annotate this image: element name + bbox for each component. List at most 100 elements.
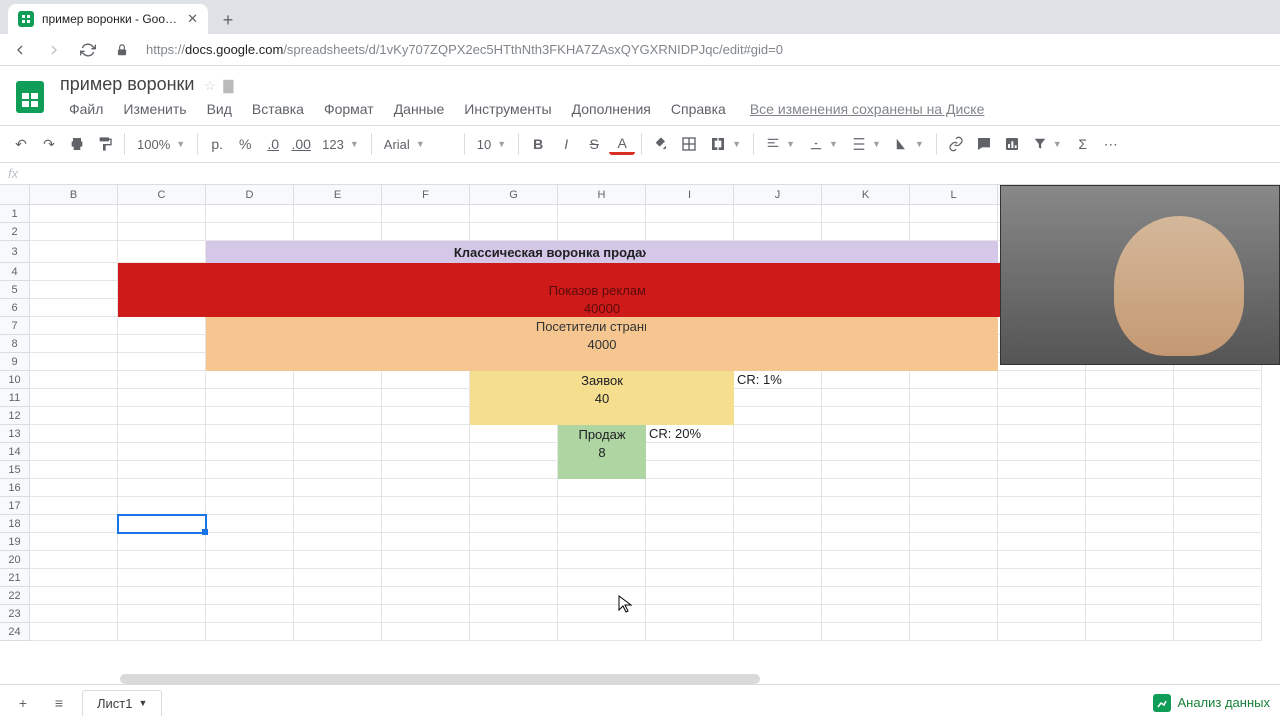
- col-header-G[interactable]: G: [470, 185, 558, 205]
- cell-E13[interactable]: [294, 425, 382, 443]
- cell-I6[interactable]: [646, 299, 734, 317]
- row-header-5[interactable]: 5: [0, 281, 30, 299]
- cell-F13[interactable]: [382, 425, 470, 443]
- explore-icon[interactable]: [1153, 694, 1171, 712]
- cell-N14[interactable]: [1086, 443, 1174, 461]
- cell-L18[interactable]: [910, 515, 998, 533]
- borders-icon[interactable]: [676, 131, 702, 157]
- cell-C2[interactable]: [118, 223, 206, 241]
- cell-H10[interactable]: Заявок: [558, 371, 646, 389]
- cell-E19[interactable]: [294, 533, 382, 551]
- paint-format-icon[interactable]: [92, 131, 118, 157]
- cell-E21[interactable]: [294, 569, 382, 587]
- cell-K3[interactable]: [822, 241, 910, 263]
- cell-N19[interactable]: [1086, 533, 1174, 551]
- cell-N18[interactable]: [1086, 515, 1174, 533]
- cell-I13[interactable]: CR: 20%: [646, 425, 734, 443]
- row-header-12[interactable]: 12: [0, 407, 30, 425]
- col-header-I[interactable]: I: [646, 185, 734, 205]
- cell-H19[interactable]: [558, 533, 646, 551]
- cell-O16[interactable]: [1174, 479, 1262, 497]
- cell-N24[interactable]: [1086, 623, 1174, 641]
- cell-K18[interactable]: [822, 515, 910, 533]
- forward-icon[interactable]: [44, 40, 64, 60]
- cell-H1[interactable]: [558, 205, 646, 223]
- cell-I16[interactable]: [646, 479, 734, 497]
- cell-K11[interactable]: [822, 389, 910, 407]
- menu-file[interactable]: Файл: [60, 99, 112, 119]
- cell-J6[interactable]: [734, 299, 822, 317]
- cell-F18[interactable]: [382, 515, 470, 533]
- cell-M18[interactable]: [998, 515, 1086, 533]
- cell-C12[interactable]: [118, 407, 206, 425]
- cell-C24[interactable]: [118, 623, 206, 641]
- cell-F14[interactable]: [382, 443, 470, 461]
- cell-K19[interactable]: [822, 533, 910, 551]
- cell-C20[interactable]: [118, 551, 206, 569]
- cell-N22[interactable]: [1086, 587, 1174, 605]
- row-header-21[interactable]: 21: [0, 569, 30, 587]
- cell-I10[interactable]: [646, 371, 734, 389]
- back-icon[interactable]: [10, 40, 30, 60]
- cell-I3[interactable]: [646, 241, 734, 263]
- cell-G15[interactable]: [470, 461, 558, 479]
- cell-I21[interactable]: [646, 569, 734, 587]
- cell-L14[interactable]: [910, 443, 998, 461]
- cell-F7[interactable]: [382, 317, 470, 335]
- cell-B14[interactable]: [30, 443, 118, 461]
- cell-O15[interactable]: [1174, 461, 1262, 479]
- cell-I15[interactable]: [646, 461, 734, 479]
- cell-D16[interactable]: [206, 479, 294, 497]
- cell-F2[interactable]: [382, 223, 470, 241]
- cell-D1[interactable]: [206, 205, 294, 223]
- row-header-18[interactable]: 18: [0, 515, 30, 533]
- cell-O19[interactable]: [1174, 533, 1262, 551]
- cell-C21[interactable]: [118, 569, 206, 587]
- cell-D5[interactable]: [206, 281, 294, 299]
- cell-K16[interactable]: [822, 479, 910, 497]
- cell-I17[interactable]: [646, 497, 734, 515]
- cell-M23[interactable]: [998, 605, 1086, 623]
- cell-N15[interactable]: [1086, 461, 1174, 479]
- cell-O24[interactable]: [1174, 623, 1262, 641]
- cell-M15[interactable]: [998, 461, 1086, 479]
- new-tab-button[interactable]: +: [214, 6, 242, 34]
- cell-N21[interactable]: [1086, 569, 1174, 587]
- cell-F10[interactable]: [382, 371, 470, 389]
- cell-E9[interactable]: [294, 353, 382, 371]
- cell-C4[interactable]: [118, 263, 206, 281]
- cell-I18[interactable]: [646, 515, 734, 533]
- cell-I5[interactable]: [646, 281, 734, 299]
- cell-J13[interactable]: [734, 425, 822, 443]
- cell-J8[interactable]: [734, 335, 822, 353]
- filter-icon[interactable]: ▼: [1027, 132, 1068, 156]
- cell-J14[interactable]: [734, 443, 822, 461]
- cell-E17[interactable]: [294, 497, 382, 515]
- cell-L12[interactable]: [910, 407, 998, 425]
- cell-G12[interactable]: [470, 407, 558, 425]
- cell-J24[interactable]: [734, 623, 822, 641]
- cell-O21[interactable]: [1174, 569, 1262, 587]
- cell-L4[interactable]: [910, 263, 998, 281]
- row-header-17[interactable]: 17: [0, 497, 30, 515]
- cell-I11[interactable]: [646, 389, 734, 407]
- cell-F17[interactable]: [382, 497, 470, 515]
- row-header-24[interactable]: 24: [0, 623, 30, 641]
- cell-B16[interactable]: [30, 479, 118, 497]
- cell-I1[interactable]: [646, 205, 734, 223]
- cell-J19[interactable]: [734, 533, 822, 551]
- cell-I12[interactable]: [646, 407, 734, 425]
- cell-M22[interactable]: [998, 587, 1086, 605]
- cell-C1[interactable]: [118, 205, 206, 223]
- cell-B6[interactable]: [30, 299, 118, 317]
- cell-C5[interactable]: [118, 281, 206, 299]
- cell-H6[interactable]: 40000: [558, 299, 646, 317]
- cell-I9[interactable]: [646, 353, 734, 371]
- cell-F20[interactable]: [382, 551, 470, 569]
- cell-K2[interactable]: [822, 223, 910, 241]
- functions-icon[interactable]: Σ: [1070, 131, 1096, 157]
- cell-G16[interactable]: [470, 479, 558, 497]
- cell-O13[interactable]: [1174, 425, 1262, 443]
- cell-E7[interactable]: [294, 317, 382, 335]
- cell-H7[interactable]: Посетители страницы: [558, 317, 646, 335]
